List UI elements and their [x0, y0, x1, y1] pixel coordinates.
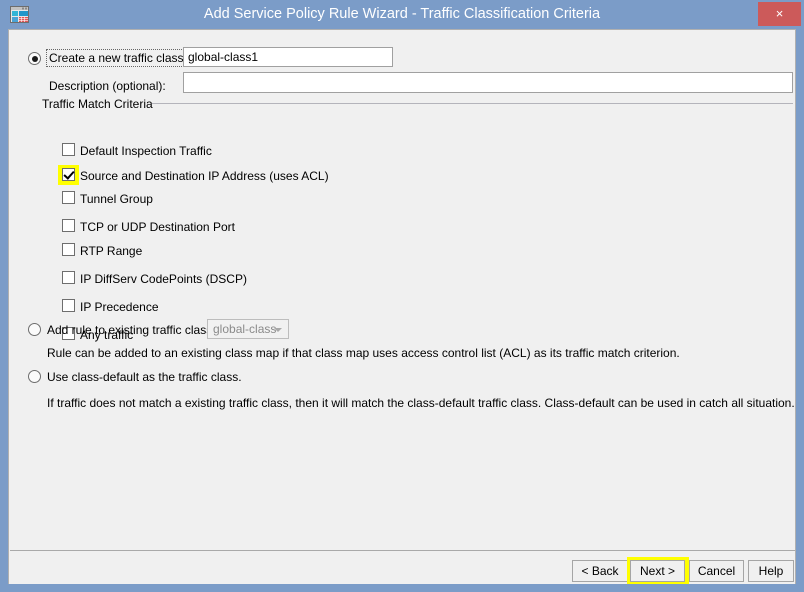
existing-traffic-class-dropdown[interactable]: global-class — [207, 319, 289, 339]
description-input[interactable] — [183, 72, 793, 93]
note-class-default: If traffic does not match a existing tra… — [47, 396, 795, 410]
group-separator — [152, 103, 793, 104]
close-icon[interactable]: × — [758, 2, 801, 26]
label-ip-diffserv-codepoints: IP DiffServ CodePoints (DSCP) — [80, 272, 247, 286]
traffic-class-name-input[interactable] — [183, 47, 393, 67]
label-description: Description (optional): — [49, 79, 166, 93]
title-bar: Add Service Policy Rule Wizard - Traffic… — [0, 0, 804, 29]
window-title: Add Service Policy Rule Wizard - Traffic… — [203, 6, 601, 22]
label-rtp-range: RTP Range — [80, 244, 143, 258]
existing-traffic-class-dropdown-value: global-class — [213, 322, 277, 336]
checkbox-tcp-or-udp-destination-port[interactable] — [62, 219, 75, 232]
button-bar-separator — [10, 550, 795, 551]
label-ip-precedence: IP Precedence — [80, 300, 159, 314]
checkbox-ip-diffserv-codepoints[interactable] — [62, 271, 75, 284]
checkbox-tunnel-group[interactable] — [62, 191, 75, 204]
help-button[interactable]: Help — [748, 560, 794, 582]
label-source-and-destination-ip-address: Source and Destination IP Address (uses … — [80, 169, 329, 183]
checkbox-source-and-destination-ip-address[interactable] — [62, 168, 75, 181]
chevron-down-icon — [274, 328, 282, 332]
label-tunnel-group: Tunnel Group — [80, 192, 153, 206]
label-create-new-traffic-class: Create a new traffic class: — [46, 49, 190, 67]
dialog-client-area: Create a new traffic class: Description … — [8, 29, 796, 584]
wizard-window: Add Service Policy Rule Wizard - Traffic… — [0, 0, 804, 592]
dialog-content: Create a new traffic class: Description … — [9, 30, 795, 584]
group-title-traffic-match-criteria: Traffic Match Criteria — [42, 97, 153, 111]
cancel-button[interactable]: Cancel — [689, 560, 744, 582]
radio-create-new-traffic-class[interactable] — [28, 52, 41, 65]
radio-add-rule-existing-traffic-class[interactable] — [28, 323, 41, 336]
checkbox-rtp-range[interactable] — [62, 243, 75, 256]
next-button[interactable]: Next > — [630, 560, 685, 582]
checkbox-ip-precedence[interactable] — [62, 299, 75, 312]
window-bottom-edge — [0, 584, 804, 592]
note-add-rule-existing: Rule can be added to an existing class m… — [47, 346, 680, 360]
label-tcp-or-udp-destination-port: TCP or UDP Destination Port — [80, 220, 235, 234]
back-button[interactable]: < Back — [572, 560, 628, 582]
label-default-inspection-traffic: Default Inspection Traffic — [80, 144, 212, 158]
label-add-rule-existing-traffic-class: Add rule to existing traffic class: — [47, 323, 216, 337]
label-use-class-default: Use class-default as the traffic class. — [47, 370, 242, 384]
radio-use-class-default[interactable] — [28, 370, 41, 383]
checkbox-default-inspection-traffic[interactable] — [62, 143, 75, 156]
